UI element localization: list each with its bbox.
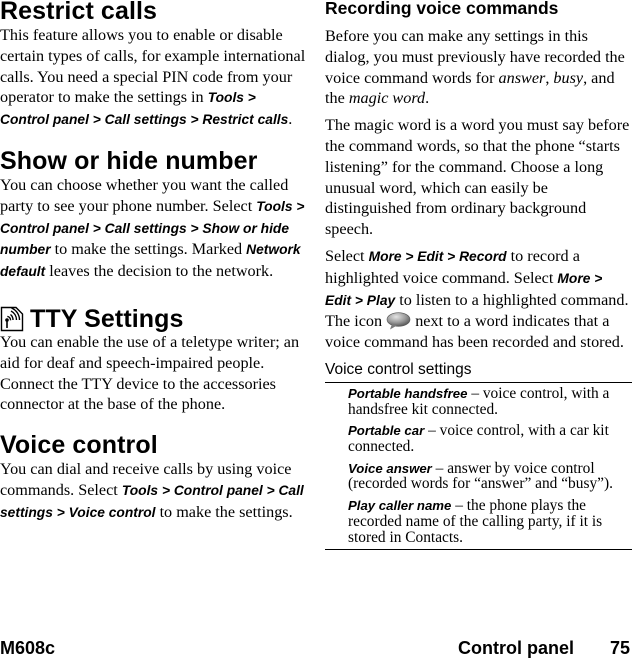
tty-settings-heading: TTY Settings: [30, 304, 184, 333]
right-column: Recording voice commands Before you can …: [325, 0, 632, 551]
tty-settings-header: TTY Settings: [0, 306, 306, 332]
tty-antenna-icon: [0, 306, 24, 332]
restrict-calls-heading: Restrict calls: [0, 0, 158, 25]
restrict-calls-text-1: This feature allows you to enable or dis…: [0, 26, 306, 107]
settings-item-play-caller-name: Play caller name – the phone plays the r…: [325, 498, 632, 545]
recording-voice-commands-heading: Recording voice commands: [325, 0, 559, 18]
settings-term: Voice answer: [348, 460, 432, 476]
settings-item-portable-handsfree: Portable handsfree – voice control, with…: [325, 386, 632, 417]
footer-model: M608c: [0, 638, 56, 658]
footer-page-number: 75: [610, 638, 631, 658]
show-hide-text-1: You can choose whether you want the call…: [0, 175, 289, 215]
restrict-calls-text-2: .: [288, 110, 293, 129]
settings-term: Portable handsfree: [348, 385, 468, 401]
settings-term: Play caller name: [348, 498, 452, 514]
settings-term: Portable car: [348, 423, 425, 439]
busy-word: busy: [553, 68, 584, 87]
voice-control-text-2: to make the settings.: [155, 502, 293, 521]
show-hide-number-heading: Show or hide number: [0, 146, 258, 175]
voice-control-text: You can dial and receive calls by using …: [0, 459, 306, 523]
show-hide-text-2: to make the settings. Marked: [50, 240, 247, 259]
speech-bubble-icon: [386, 312, 411, 330]
settings-item-voice-answer: Voice answer – answer by voice control (…: [325, 460, 632, 492]
settings-item-portable-car: Portable car – voice control, with a car…: [325, 423, 632, 454]
recording-paragraph-2: The magic word is a word you must say be…: [325, 116, 630, 239]
recording-paragraph-3: Select More > Edit > Record to record a …: [325, 246, 632, 353]
recording-p1-text-3: .: [425, 89, 430, 108]
footer-section: Control panel: [458, 638, 574, 658]
tty-settings-text: You can enable the use of a teletype wri…: [0, 332, 300, 414]
answer-word: answer: [498, 68, 546, 87]
voice-control-settings-title: Voice control settings: [325, 360, 472, 378]
recording-p3-text-1: Select: [325, 246, 369, 265]
recording-paragraph-1: Before you can make any settings in this…: [325, 26, 632, 109]
record-menu-path: More > Edit > Record: [368, 248, 507, 264]
table-bottom-rule: [325, 549, 632, 551]
voice-control-settings-list: Portable handsfree – voice control, with…: [325, 383, 632, 545]
show-hide-number-text: You can choose whether you want the call…: [0, 175, 306, 283]
restrict-calls-text: This feature allows you to enable or dis…: [0, 25, 306, 131]
magic-word: magic word: [348, 89, 426, 108]
voice-control-heading: Voice control: [0, 431, 158, 460]
left-column: Restrict calls This feature allows you t…: [0, 0, 306, 524]
show-hide-text-3: leaves the decision to the network.: [45, 262, 274, 281]
